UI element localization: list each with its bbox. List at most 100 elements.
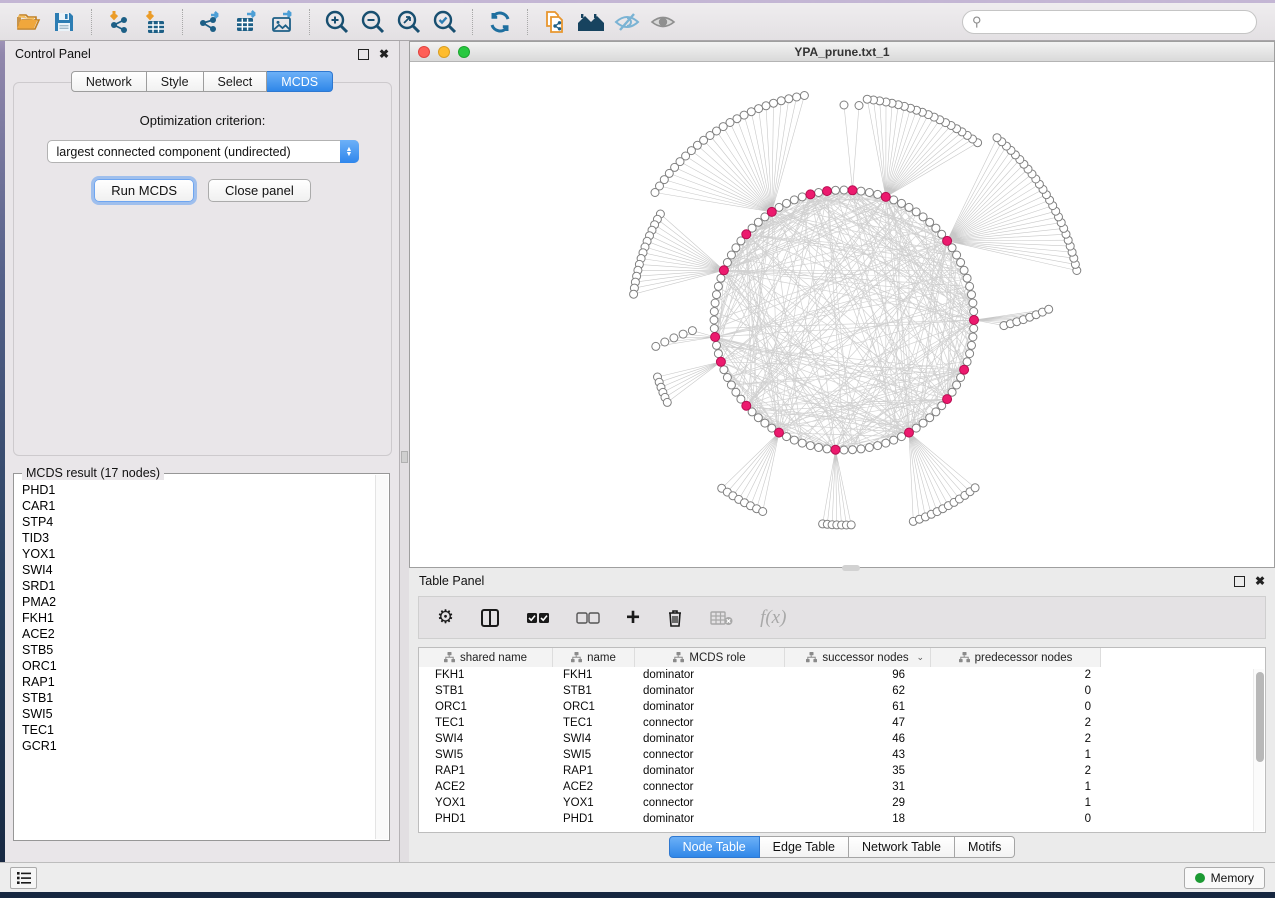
- export-table-icon[interactable]: [228, 6, 264, 38]
- show-columns-icon[interactable]: [480, 608, 500, 628]
- create-column-icon[interactable]: +: [626, 604, 640, 632]
- mcds-result-item[interactable]: FKH1: [22, 610, 375, 626]
- first-neighbors-icon[interactable]: [573, 6, 609, 38]
- table-cell: SWI4: [419, 733, 553, 745]
- table-row[interactable]: ORC1ORC1dominator610: [419, 699, 1265, 715]
- zoom-out-icon[interactable]: [355, 6, 391, 38]
- column-header-successor-nodes[interactable]: successor nodes⌄: [785, 648, 931, 667]
- mcds-result-item[interactable]: ORC1: [22, 658, 375, 674]
- mcds-result-list[interactable]: PHD1CAR1STP4TID3YOX1SWI4SRD1PMA2FKH1ACE2…: [15, 480, 375, 839]
- mcds-result-item[interactable]: SWI4: [22, 562, 375, 578]
- vertical-splitter[interactable]: [400, 41, 409, 862]
- table-cell: 1: [931, 797, 1101, 809]
- optimization-criterion-label: Optimization criterion:: [14, 113, 391, 128]
- table-scrollbar[interactable]: [1253, 669, 1264, 831]
- mcds-list-scrollbar[interactable]: [375, 475, 388, 839]
- mcds-result-item[interactable]: STP4: [22, 514, 375, 530]
- mcds-result-item[interactable]: TEC1: [22, 722, 375, 738]
- column-header-label: successor nodes: [822, 652, 908, 664]
- zoom-fit-icon[interactable]: [391, 6, 427, 38]
- table-cell: 46: [785, 733, 931, 745]
- import-network-icon[interactable]: [101, 6, 137, 38]
- mcds-result-item[interactable]: SRD1: [22, 578, 375, 594]
- network-graph[interactable]: [410, 62, 1275, 566]
- optimization-criterion-select[interactable]: largest connected component (undirected)…: [47, 140, 359, 163]
- table-row[interactable]: YOX1YOX1connector291: [419, 795, 1265, 811]
- mcds-result-item[interactable]: PHD1: [22, 482, 375, 498]
- network-search-box[interactable]: ⚲: [962, 10, 1257, 34]
- float-table-panel-icon[interactable]: [1234, 576, 1245, 587]
- search-input[interactable]: [986, 15, 1247, 29]
- column-header-label: name: [587, 652, 616, 664]
- export-image-icon[interactable]: [264, 6, 300, 38]
- dropdown-stepper-icon: ▲▼: [340, 140, 359, 163]
- selected-option-label: largest connected component (undirected): [48, 145, 340, 159]
- table-row[interactable]: TEC1TEC1connector472: [419, 715, 1265, 731]
- zoom-selected-icon[interactable]: [427, 6, 463, 38]
- hide-selected-icon[interactable]: [609, 6, 645, 38]
- table-row[interactable]: STB1STB1dominator620: [419, 683, 1265, 699]
- close-panel-icon[interactable]: ✖: [379, 48, 389, 60]
- mcds-result-item[interactable]: STB5: [22, 642, 375, 658]
- tab-network[interactable]: Network: [71, 71, 147, 92]
- export-network-icon[interactable]: [192, 6, 228, 38]
- mcds-result-item[interactable]: PMA2: [22, 594, 375, 610]
- import-table-icon[interactable]: [137, 6, 173, 38]
- table-row[interactable]: PHD1PHD1dominator180: [419, 811, 1265, 827]
- column-header-shared-name[interactable]: shared name: [419, 648, 553, 667]
- toolbar-separator: [91, 9, 92, 35]
- table-row[interactable]: ACE2ACE2connector311: [419, 779, 1265, 795]
- splitter-handle[interactable]: [401, 451, 408, 463]
- table-tabbar: Node TableEdge TableNetwork TableMotifs: [409, 836, 1275, 858]
- tab-select[interactable]: Select: [204, 71, 268, 92]
- table-cell: 62: [785, 685, 931, 697]
- mcds-result-item[interactable]: RAP1: [22, 674, 375, 690]
- network-canvas[interactable]: [410, 62, 1274, 566]
- tab-style[interactable]: Style: [147, 71, 204, 92]
- tab-motifs[interactable]: Motifs: [955, 836, 1015, 858]
- column-header-predecessor-nodes[interactable]: predecessor nodes: [931, 648, 1101, 667]
- tab-network-table[interactable]: Network Table: [849, 836, 955, 858]
- table-row[interactable]: SWI5SWI5connector431: [419, 747, 1265, 763]
- tab-mcds[interactable]: MCDS: [267, 71, 333, 92]
- table-cell: ORC1: [419, 701, 553, 713]
- mcds-result-item[interactable]: SWI5: [22, 706, 375, 722]
- close-panel-button[interactable]: Close panel: [208, 179, 311, 202]
- horizontal-splitter-handle[interactable]: [842, 565, 860, 571]
- control-panel: Control Panel ✖ NetworkStyleSelectMCDS O…: [5, 41, 400, 862]
- mcds-result-item[interactable]: YOX1: [22, 546, 375, 562]
- float-panel-icon[interactable]: [358, 49, 369, 60]
- mcds-result-item[interactable]: ACE2: [22, 626, 375, 642]
- run-mcds-button[interactable]: Run MCDS: [94, 179, 194, 202]
- mcds-result-item[interactable]: TID3: [22, 530, 375, 546]
- table-scrollbar-thumb[interactable]: [1256, 672, 1264, 762]
- show-all-icon[interactable]: [645, 6, 681, 38]
- tab-node-table[interactable]: Node Table: [669, 836, 760, 858]
- open-session-icon[interactable]: [10, 6, 46, 38]
- control-panel-header: Control Panel ✖: [5, 41, 399, 67]
- column-header-MCDS-role[interactable]: MCDS role: [635, 648, 785, 667]
- network-window-titlebar[interactable]: YPA_prune.txt_1: [410, 42, 1274, 62]
- table-row[interactable]: SWI4SWI4dominator462: [419, 731, 1265, 747]
- refresh-view-icon[interactable]: [482, 6, 518, 38]
- duplicate-network-icon[interactable]: [537, 6, 573, 38]
- select-all-columns-icon[interactable]: [526, 611, 550, 625]
- table-row[interactable]: FKH1FKH1dominator962: [419, 667, 1265, 683]
- column-header-name[interactable]: name: [553, 648, 635, 667]
- close-table-panel-icon[interactable]: ✖: [1255, 575, 1265, 587]
- table-row[interactable]: RAP1RAP1dominator352: [419, 763, 1265, 779]
- save-session-icon[interactable]: [46, 6, 82, 38]
- zoom-in-icon[interactable]: [319, 6, 355, 38]
- table-settings-gear-icon[interactable]: ⚙: [437, 606, 454, 629]
- mcds-result-item[interactable]: STB1: [22, 690, 375, 706]
- mcds-result-item[interactable]: GCR1: [22, 738, 375, 754]
- table-cell: ACE2: [419, 781, 553, 793]
- table-cell: ACE2: [553, 781, 635, 793]
- unselect-all-columns-icon[interactable]: [576, 611, 600, 625]
- table-cell: dominator: [635, 765, 785, 777]
- task-history-button[interactable]: [10, 867, 37, 889]
- mcds-result-item[interactable]: CAR1: [22, 498, 375, 514]
- tab-edge-table[interactable]: Edge Table: [760, 836, 849, 858]
- delete-column-icon[interactable]: [666, 608, 684, 628]
- memory-button[interactable]: Memory: [1184, 867, 1265, 889]
